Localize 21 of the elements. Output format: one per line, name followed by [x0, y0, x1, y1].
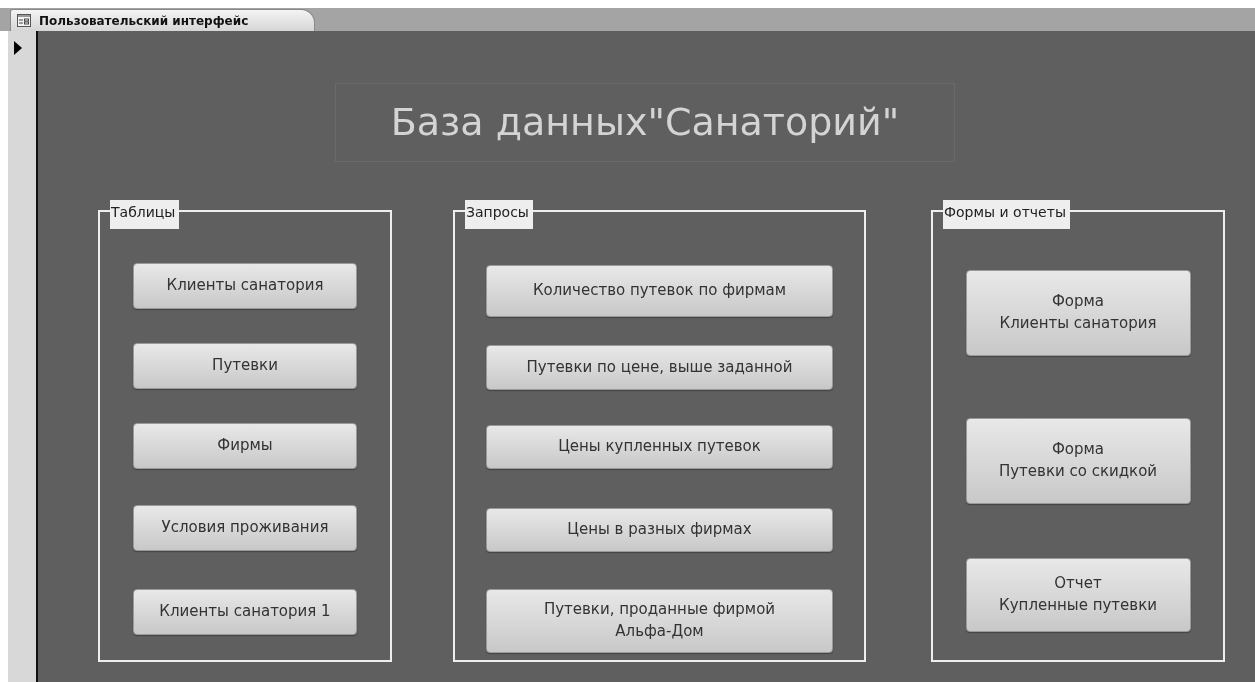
action-button[interactable]: Клиенты санатория 1	[133, 589, 357, 635]
tab-label: Пользовательский интерфейс	[39, 12, 249, 30]
action-button[interactable]: Условия проживания	[133, 505, 357, 551]
form-title: База данных"Санаторий"	[335, 83, 955, 162]
record-pointer-icon	[14, 40, 22, 55]
action-button[interactable]: Цены в разных фирмах	[486, 508, 833, 552]
action-button[interactable]: Путевки по цене, выше заданной	[486, 345, 833, 390]
action-button[interactable]: Клиенты санатория	[133, 263, 357, 309]
action-button[interactable]: Фирмы	[133, 423, 357, 469]
action-button[interactable]: Путевки	[133, 343, 357, 389]
action-button[interactable]: Цены купленных путевок	[486, 425, 833, 469]
document-tab[interactable]: Пользовательский интерфейс	[10, 9, 315, 31]
action-button[interactable]: Форма Клиенты санатория	[965, 270, 1191, 356]
action-button[interactable]: Отчет Купленные путевки	[965, 558, 1191, 632]
action-button[interactable]: Форма Путевки со скидкой	[965, 418, 1191, 504]
group-label: Запросы	[465, 200, 533, 229]
group-label: Формы и отчеты	[943, 200, 1070, 229]
action-button[interactable]: Путевки, проданные фирмой Альфа-Дом	[486, 589, 833, 653]
form-icon	[17, 14, 31, 27]
group-label: Таблицы	[110, 200, 180, 229]
action-button[interactable]: Количество путевок по фирмам	[486, 265, 833, 317]
